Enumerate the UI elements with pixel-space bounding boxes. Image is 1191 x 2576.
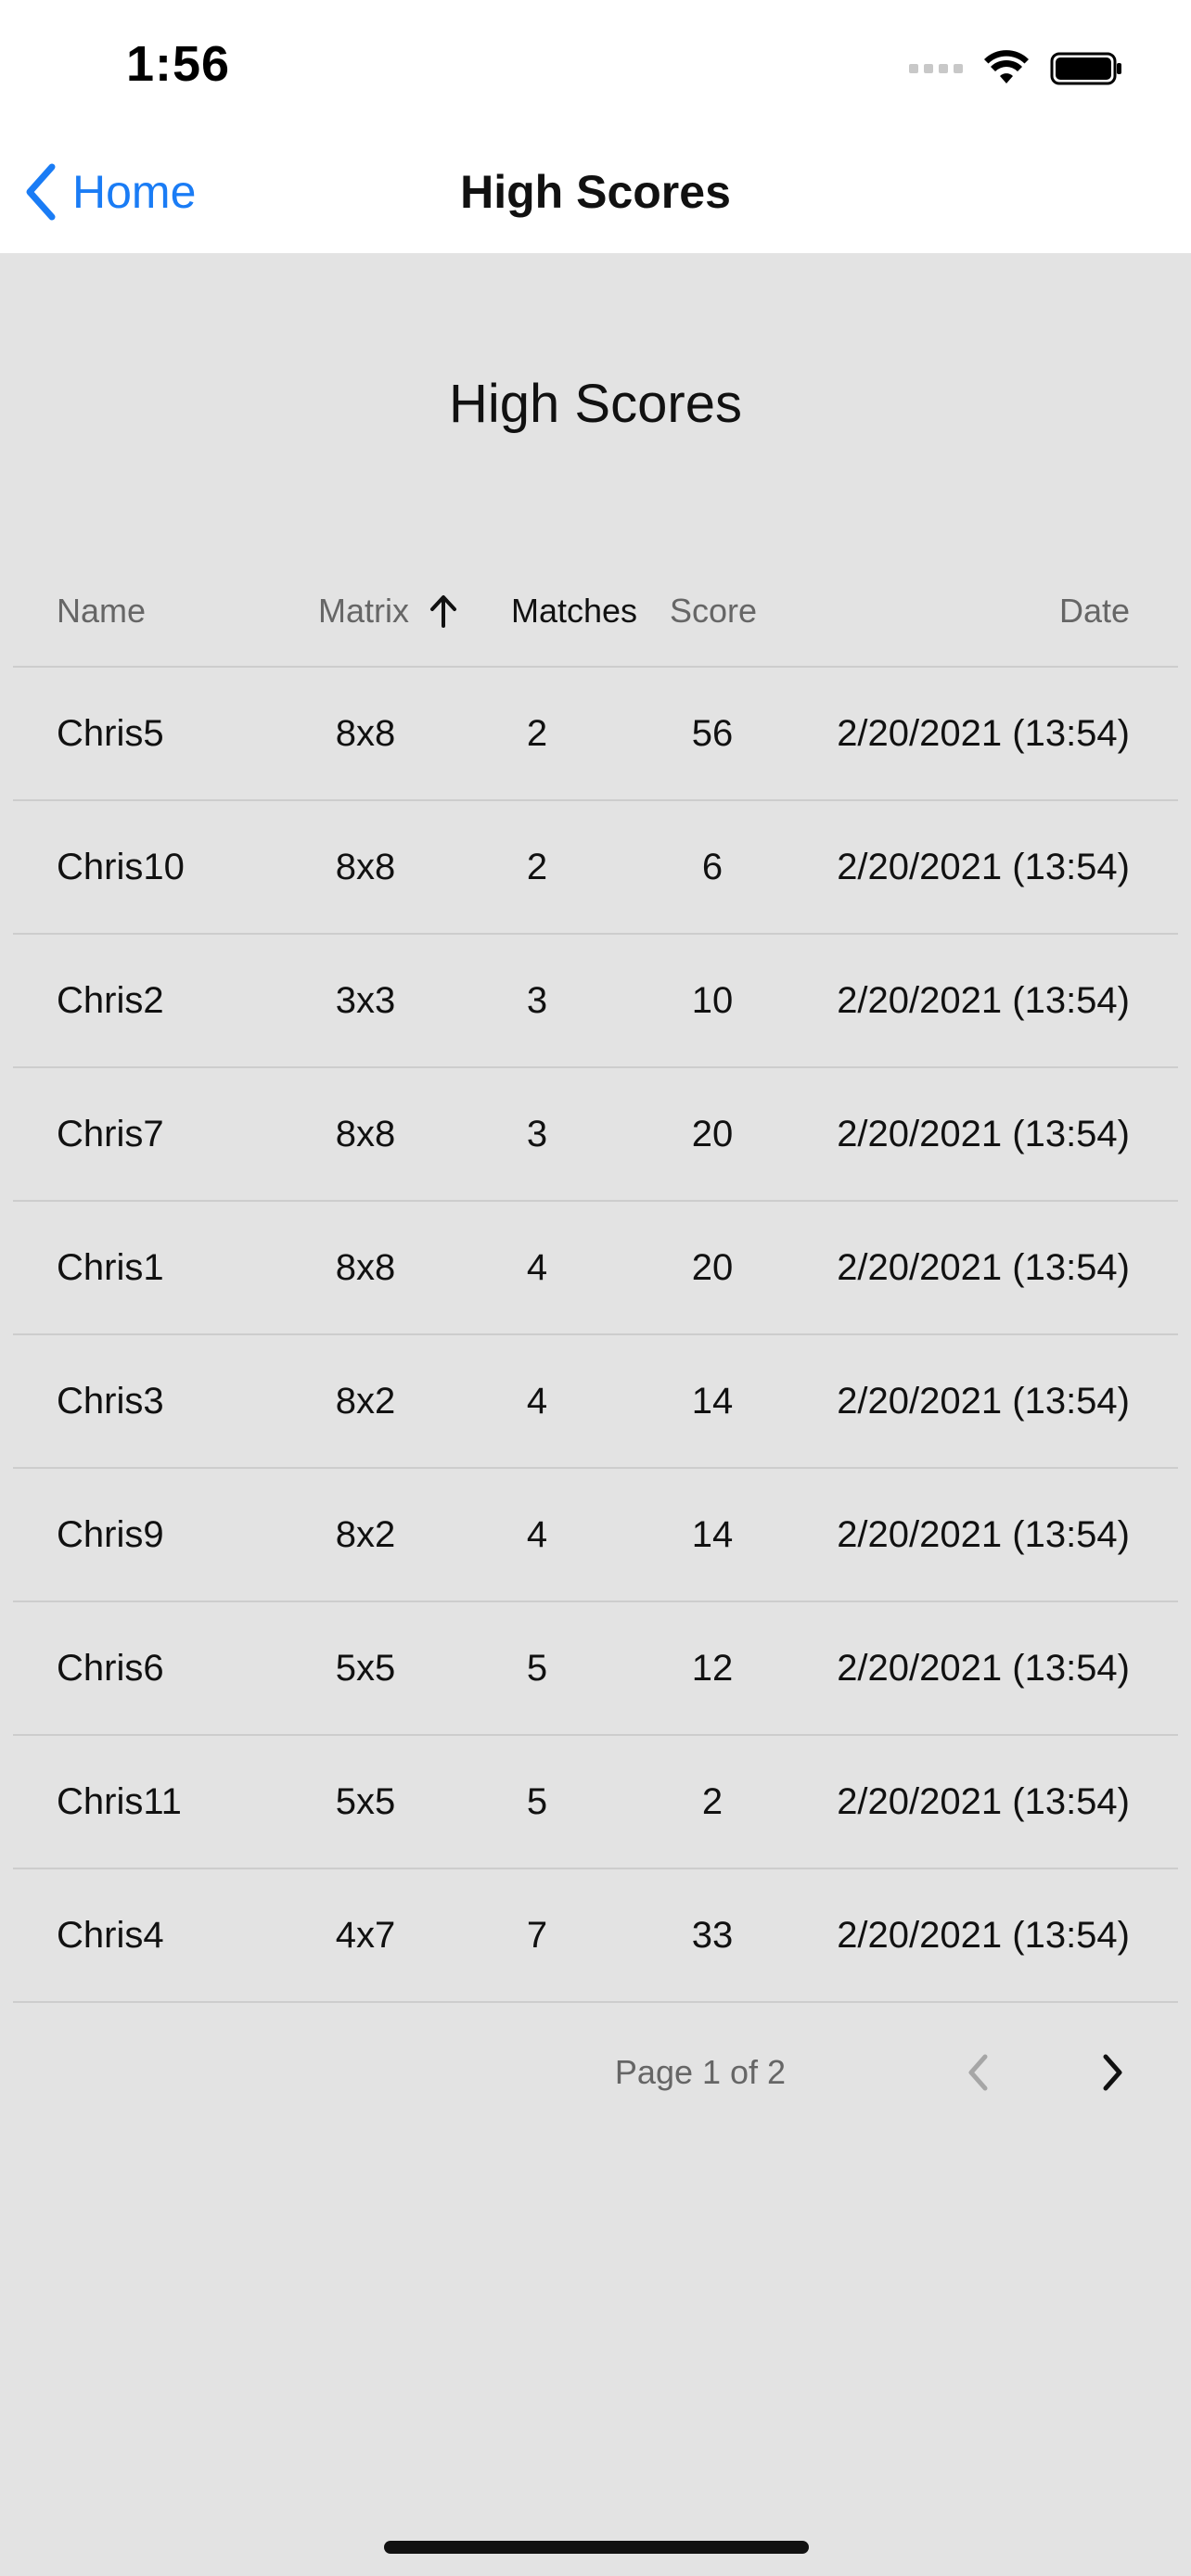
table-row[interactable]: Chris11 5x5 5 2 2/20/2021 (13:54) <box>13 1736 1178 1869</box>
cell-date: 2/20/2021 (13:54) <box>837 1780 1130 1822</box>
table-row[interactable]: Chris2 3x3 3 10 2/20/2021 (13:54) <box>13 935 1178 1068</box>
cell-date: 2/20/2021 (13:54) <box>837 1246 1130 1288</box>
cell-name: Chris6 <box>57 1647 164 1689</box>
table-row[interactable]: Chris10 8x8 2 6 2/20/2021 (13:54) <box>13 801 1178 935</box>
cell-score: 20 <box>691 1113 734 1154</box>
page-indicator: Page 1 of 2 <box>614 2053 787 2091</box>
status-bar: 1:56 <box>0 0 1191 130</box>
cell-date: 2/20/2021 (13:54) <box>837 846 1130 887</box>
cell-date: 2/20/2021 (13:54) <box>837 1914 1130 1956</box>
column-header-name[interactable]: Name <box>57 556 146 666</box>
chevron-right-icon <box>1103 2054 1122 2091</box>
wifi-icon <box>984 50 1029 83</box>
table-row[interactable]: Chris9 8x2 4 14 2/20/2021 (13:54) <box>13 1469 1178 1602</box>
cell-name: Chris11 <box>57 1780 182 1822</box>
cell-name: Chris7 <box>57 1113 164 1154</box>
status-icons <box>909 41 1124 96</box>
cell-score: 56 <box>691 712 734 754</box>
home-indicator <box>384 2541 809 2554</box>
cell-name: Chris5 <box>57 712 164 754</box>
cell-date: 2/20/2021 (13:54) <box>837 1113 1130 1154</box>
cell-score: 14 <box>691 1380 734 1422</box>
table-row[interactable]: Chris5 8x8 2 56 2/20/2021 (13:54) <box>13 668 1178 801</box>
cell-date: 2/20/2021 (13:54) <box>837 1380 1130 1422</box>
cell-date: 2/20/2021 (13:54) <box>837 712 1130 754</box>
cell-score: 2 <box>701 1780 724 1822</box>
table-body: Chris5 8x8 2 56 2/20/2021 (13:54) Chris1… <box>13 668 1178 2003</box>
chevron-left-icon <box>968 2054 988 2091</box>
cell-score: 20 <box>691 1246 734 1288</box>
cell-name: Chris9 <box>57 1513 164 1555</box>
pagination: Page 1 of 2 <box>0 2031 1191 2114</box>
table-row[interactable]: Chris1 8x8 4 20 2/20/2021 (13:54) <box>13 1202 1178 1335</box>
table-row[interactable]: Chris4 4x7 7 33 2/20/2021 (13:54) <box>13 1869 1178 2003</box>
cell-name: Chris1 <box>57 1246 164 1288</box>
cell-name: Chris2 <box>57 979 164 1021</box>
nav-title: High Scores <box>460 166 731 218</box>
cell-score: 6 <box>701 846 724 887</box>
arrow-up-icon <box>427 556 460 666</box>
column-header-score[interactable]: Score <box>625 556 801 666</box>
cell-date: 2/20/2021 (13:54) <box>837 1513 1130 1555</box>
cell-score: 33 <box>691 1914 734 1956</box>
battery-icon <box>1050 52 1121 85</box>
table-header-row: Name Matrix Matches Score Date <box>13 556 1178 668</box>
previous-page-button[interactable] <box>946 2040 1011 2105</box>
table-row[interactable]: Chris6 5x5 5 12 2/20/2021 (13:54) <box>13 1602 1178 1736</box>
column-header-date[interactable]: Date <box>1059 556 1130 666</box>
status-time: 1:56 <box>126 36 231 92</box>
cell-score: 12 <box>691 1647 734 1689</box>
page-heading: High Scores <box>449 374 742 434</box>
cell-name: Chris4 <box>57 1914 164 1956</box>
cell-name: Chris3 <box>57 1380 164 1422</box>
high-scores-table: Name Matrix Matches Score Date Chris5 8x… <box>13 556 1178 2003</box>
cell-score: 14 <box>691 1513 734 1555</box>
table-row[interactable]: Chris3 8x2 4 14 2/20/2021 (13:54) <box>13 1335 1178 1469</box>
cell-score: 10 <box>691 979 734 1021</box>
cell-name: Chris10 <box>57 846 185 887</box>
cellular-signal-icon <box>909 64 963 73</box>
next-page-button[interactable] <box>1080 2040 1145 2105</box>
table-row[interactable]: Chris7 8x8 3 20 2/20/2021 (13:54) <box>13 1068 1178 1202</box>
navigation-bar: Home High Scores <box>0 130 1191 253</box>
cell-date: 2/20/2021 (13:54) <box>837 1647 1130 1689</box>
cell-date: 2/20/2021 (13:54) <box>837 979 1130 1021</box>
